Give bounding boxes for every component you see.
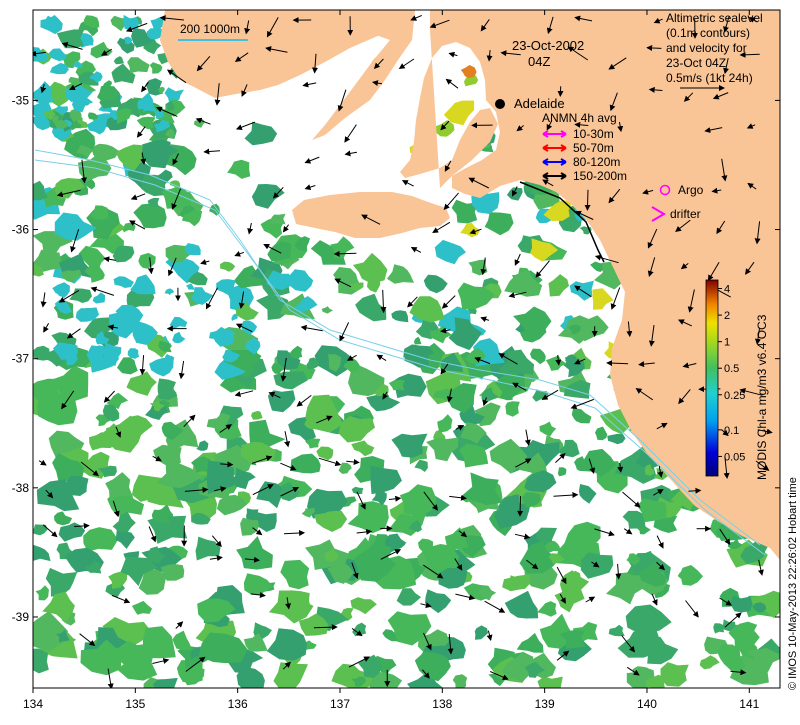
chl-patch <box>15 649 49 674</box>
x-tick-label: 138 <box>432 697 452 711</box>
info-line-4: 0.5m/s (1kt 24h) <box>666 71 753 85</box>
argo-label: Argo <box>678 183 704 197</box>
colorbar-tick-label: 4 <box>724 284 730 296</box>
x-tick-label: 139 <box>535 697 555 711</box>
info-line-2: and velocity for <box>666 41 747 55</box>
velocity-arrow <box>335 253 357 254</box>
anmn-legend-label: 150-200m <box>573 169 627 183</box>
x-tick-label: 136 <box>228 697 248 711</box>
y-tick-label: -37 <box>12 352 30 366</box>
anmn-legend-label: 50-70m <box>573 141 614 155</box>
colorbar-gradient <box>706 280 718 476</box>
colorbar-tick-label: 2 <box>724 310 730 322</box>
y-tick-label: -35 <box>12 93 30 107</box>
x-tick-label: 135 <box>125 697 145 711</box>
anmn-legend-title: ANMN 4h avg <box>542 111 617 125</box>
y-tick-label: -36 <box>12 223 30 237</box>
x-tick-label: 137 <box>330 697 350 711</box>
x-tick-label: 134 <box>23 697 43 711</box>
colorbar-tick-label: 1 <box>724 337 730 349</box>
map-canvas: 134 135 136 137 138 139 140 141 -35 -36 -37 -38 -39… <box>0 0 800 720</box>
adelaide-label: Adelaide <box>514 96 565 111</box>
y-tick-label: -38 <box>12 481 30 495</box>
map-plot-area <box>15 10 790 703</box>
y-tick-label: -39 <box>12 610 30 624</box>
anmn-legend-label: 80-120m <box>573 155 620 169</box>
scale-bar-label: 200 1000m <box>180 22 240 36</box>
velocity-arrow <box>647 48 661 49</box>
adelaide-marker <box>495 99 505 109</box>
x-tick-label: 141 <box>739 697 759 711</box>
info-line-3: 23-Oct 04Z <box>666 56 726 70</box>
velocity-arrow <box>314 627 337 628</box>
chl-patch <box>537 676 562 698</box>
x-tick-label: 140 <box>637 697 657 711</box>
map-date-title: 23-Oct-2002 <box>512 38 584 53</box>
colorbar-label: MODIS Chl-a mg/m3 v6.4 OC3 <box>755 314 769 480</box>
colorbar-tick-label: 0.1 <box>724 425 739 437</box>
velocity-arrow <box>587 190 588 210</box>
anmn-legend-label: 10-30m <box>573 127 614 141</box>
velocity-arrow <box>520 496 521 516</box>
drifter-label: drifter <box>670 207 701 221</box>
colorbar-tick-label: 0.05 <box>724 451 745 463</box>
credit-text: © IMOS 10-May-2013 22:26:02 Hobart time <box>787 477 799 690</box>
map-figure: 134 135 136 137 138 139 140 141 -35 -36 -37 -38 -39… <box>0 0 800 720</box>
colorbar-tick-label: 0.25 <box>724 390 745 402</box>
info-line-1: (0.1m contours) <box>666 26 750 40</box>
colorbar-tick-label: 0.5 <box>724 363 739 375</box>
map-time-title: 04Z <box>528 54 550 69</box>
info-line-0: Altimetric sealevel <box>666 11 763 25</box>
